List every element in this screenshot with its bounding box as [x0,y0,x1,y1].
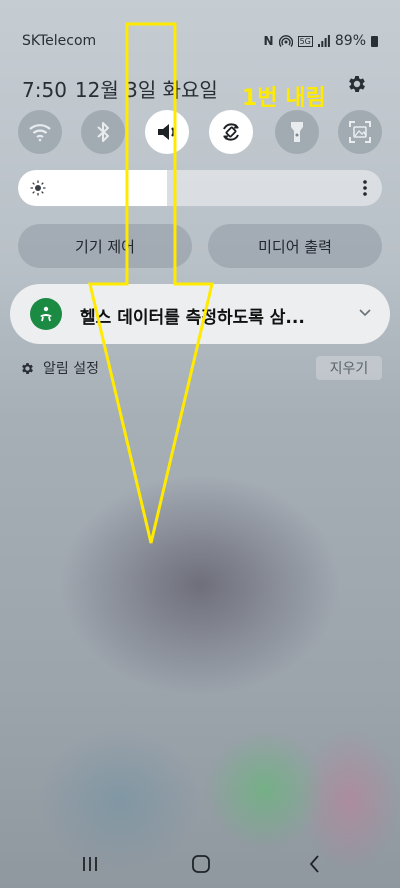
recent-apps-icon [83,857,97,871]
recent-apps-button[interactable] [75,852,105,876]
navigation-bar [0,840,400,888]
home-icon [192,855,210,873]
annotation-arrow [88,22,214,544]
back-icon [309,855,319,873]
home-button[interactable] [186,852,216,876]
back-button[interactable] [300,852,330,876]
